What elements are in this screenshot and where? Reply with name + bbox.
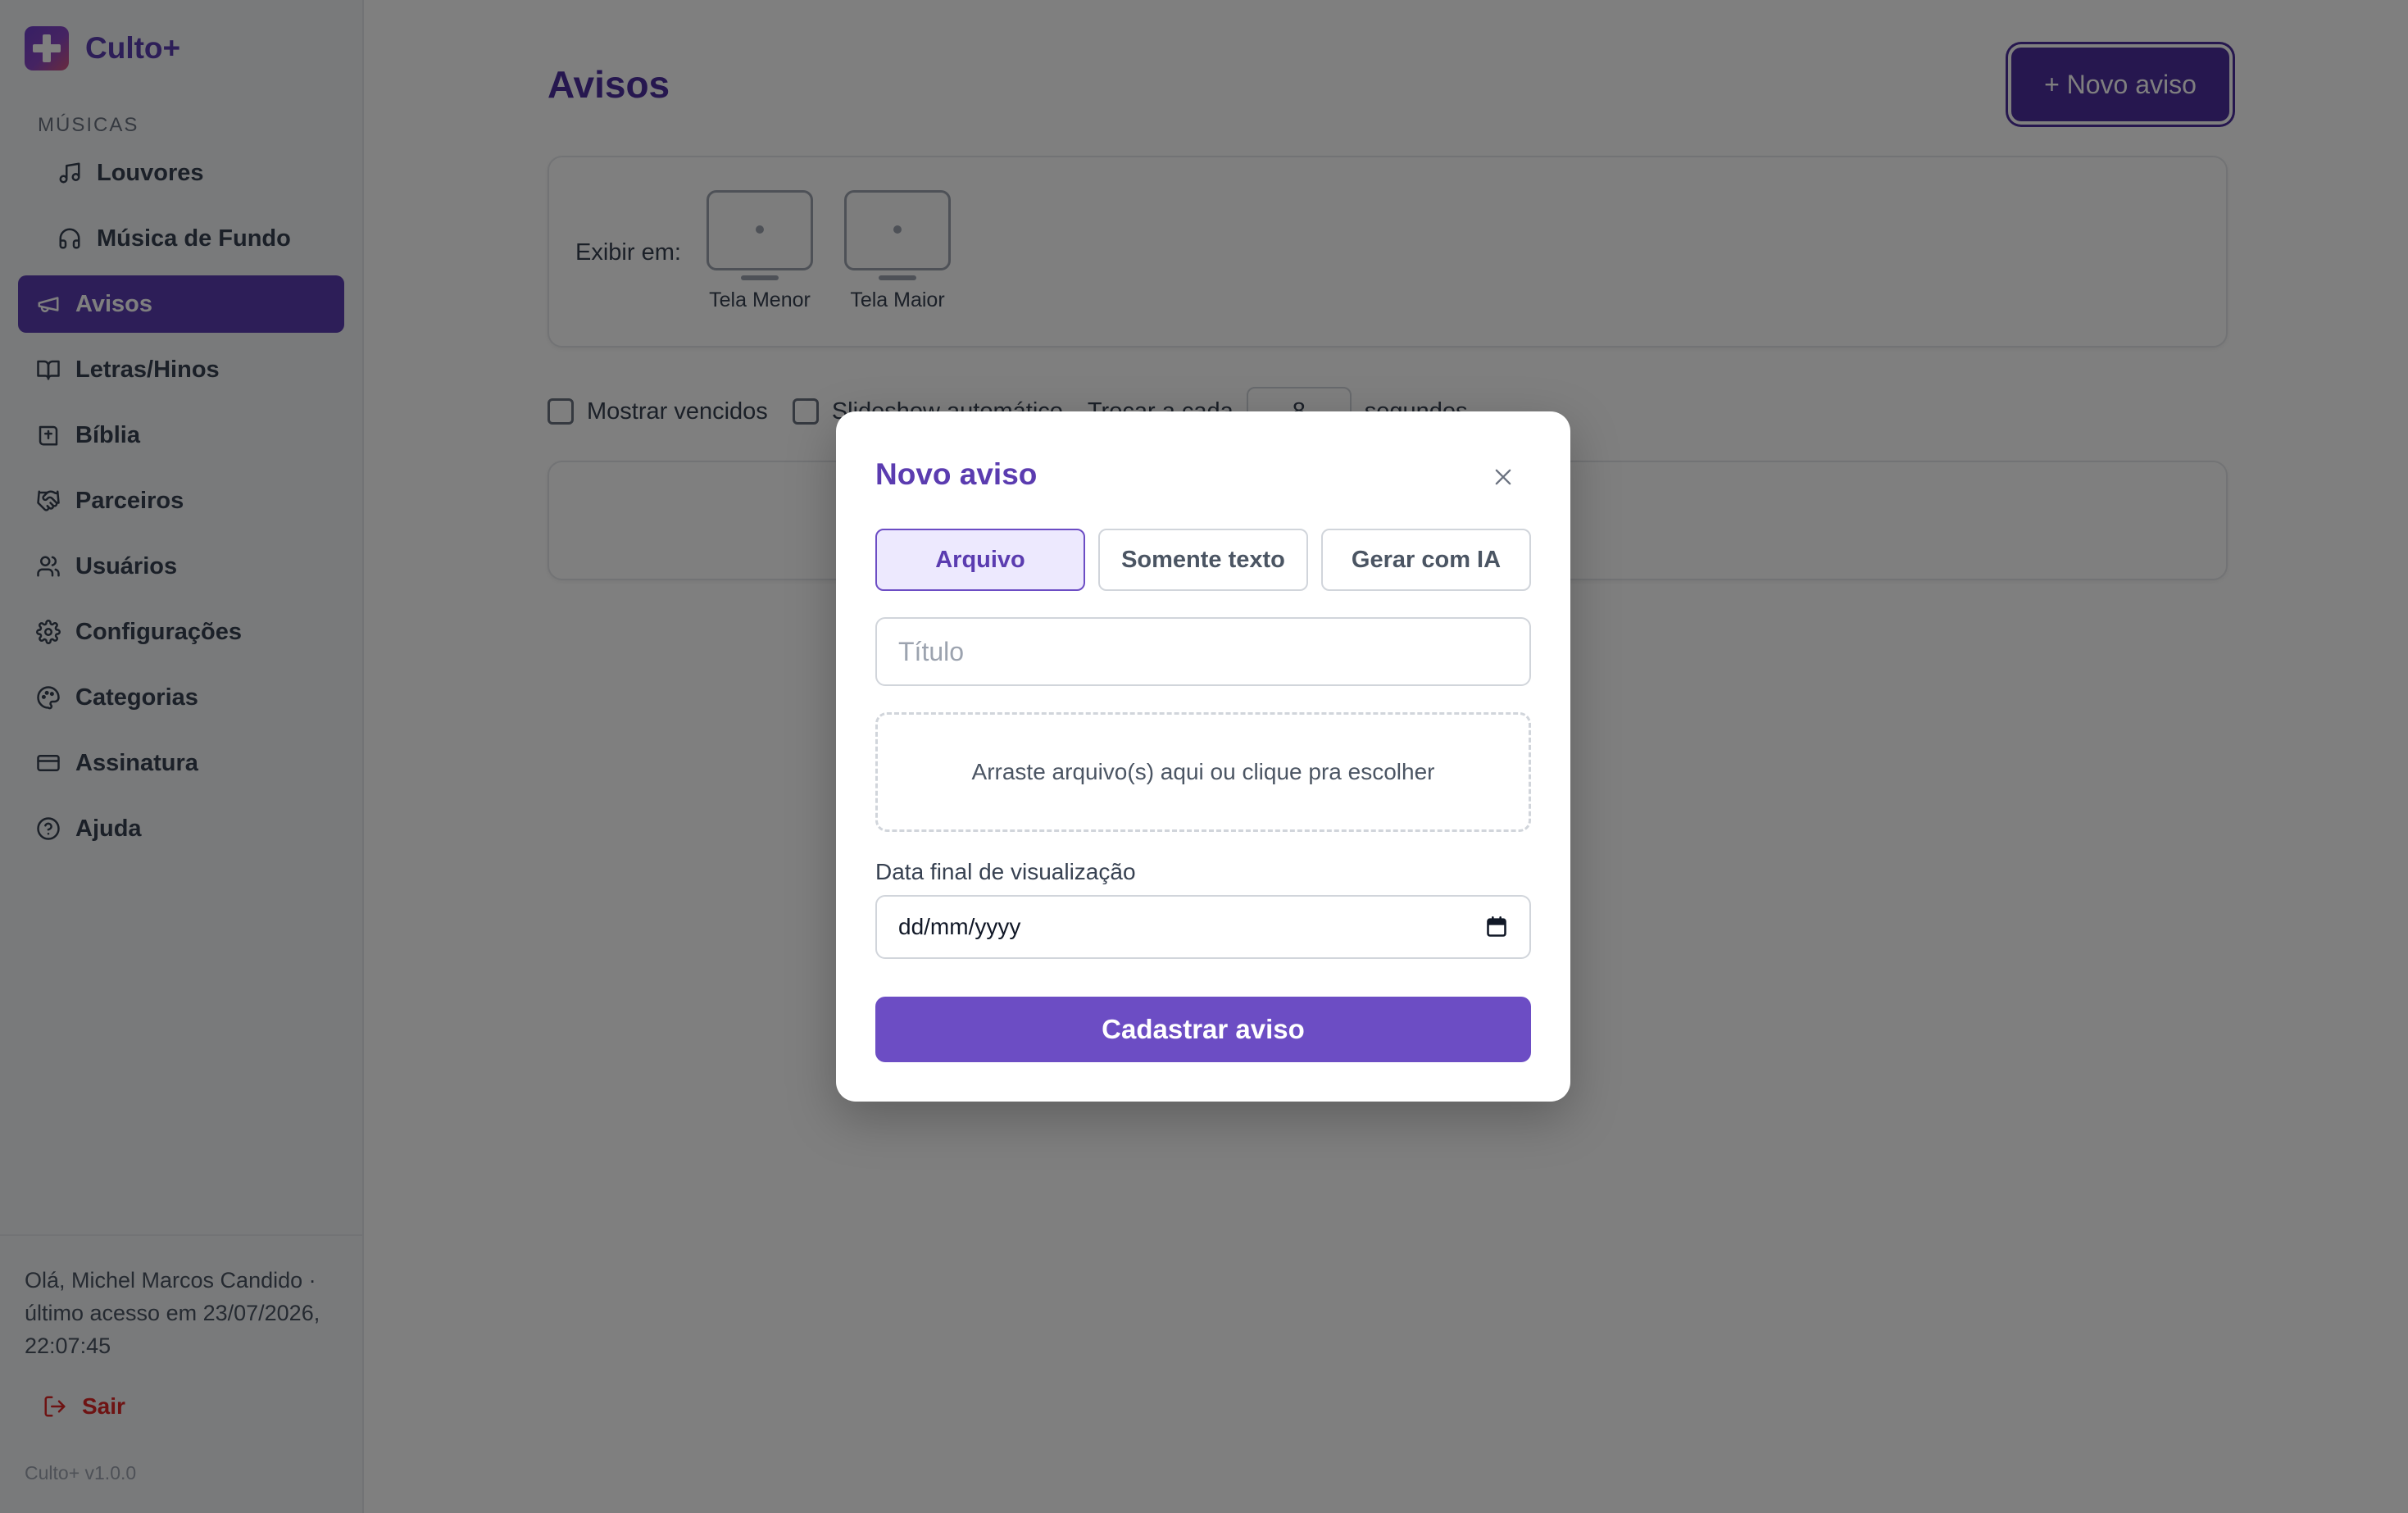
end-date-input[interactable]: dd/mm/yyyy — [875, 895, 1531, 959]
title-input[interactable] — [875, 617, 1531, 686]
date-label: Data final de visualização — [875, 859, 1136, 884]
tab-gerar-com-ia[interactable]: Gerar com IA — [1321, 529, 1531, 591]
file-dropzone[interactable]: Arraste arquivo(s) aqui ou clique pra es… — [875, 712, 1531, 832]
calendar-icon[interactable] — [1485, 916, 1508, 938]
dropzone-text: Arraste arquivo(s) aqui ou clique pra es… — [971, 759, 1435, 784]
tab-somente-texto[interactable]: Somente texto — [1098, 529, 1308, 591]
modal-title: Novo aviso — [875, 457, 1038, 491]
tab-arquivo[interactable]: Arquivo — [875, 529, 1085, 591]
submit-notice-button[interactable]: Cadastrar aviso — [875, 997, 1531, 1062]
date-placeholder: dd/mm/yyyy — [898, 914, 1021, 939]
close-button[interactable] — [1488, 462, 1518, 492]
close-icon — [1495, 469, 1511, 485]
new-notice-modal: Novo aviso Arquivo Somente texto Gerar c… — [836, 411, 1570, 1102]
